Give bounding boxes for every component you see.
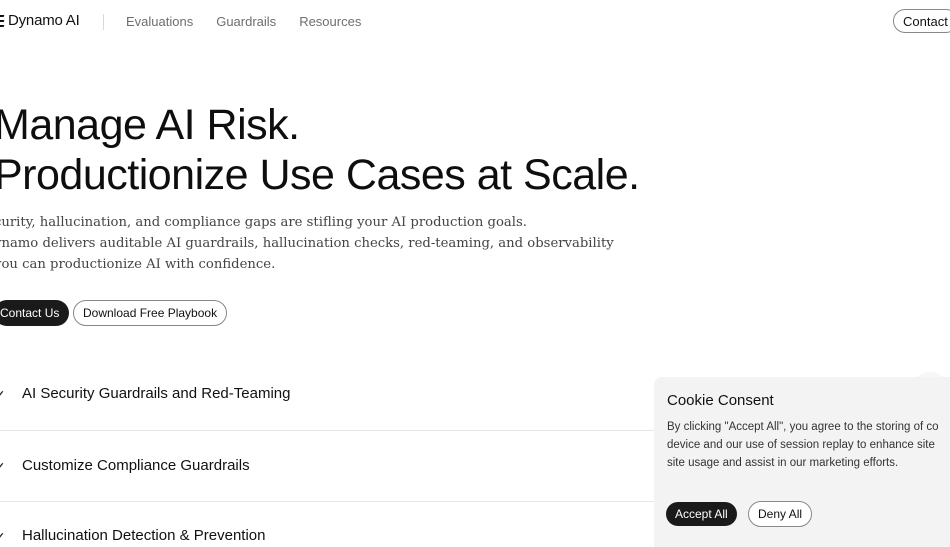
feature-divider: [0, 430, 654, 431]
nav-guardrails[interactable]: Guardrails: [216, 14, 276, 29]
cookie-title: Cookie Consent: [667, 392, 774, 409]
nav-resources[interactable]: Resources: [299, 14, 361, 29]
check-icon: ✓: [0, 459, 6, 476]
feature-label: Hallucination Detection & Prevention: [22, 527, 266, 544]
site-header: Dynamo AI Evaluations Guardrails Resourc…: [0, 0, 950, 44]
hero-copy-line-3: you can productionize AI with confidence…: [0, 257, 276, 272]
accept-all-button[interactable]: Accept All: [666, 502, 737, 526]
contact-button[interactable]: Contact: [893, 9, 950, 33]
logo-mark-icon: [0, 13, 5, 29]
deny-all-button[interactable]: Deny All: [748, 501, 813, 527]
cookie-text-line-3: site usage and assist in our marketing e…: [667, 457, 899, 469]
logo-text: Dynamo AI: [8, 12, 80, 29]
hero-description: curity, hallucination, and compliance ga…: [0, 212, 614, 275]
download-playbook-button[interactable]: Download Free Playbook: [73, 300, 228, 326]
hero-title-line-2: Productionize Use Cases at Scale.: [0, 151, 640, 199]
check-icon: ✓: [0, 529, 6, 546]
nav-evaluations[interactable]: Evaluations: [126, 14, 193, 29]
check-icon: ✓: [0, 387, 6, 404]
cookie-text-line-1: By clicking "Accept All", you agree to t…: [667, 421, 939, 433]
contact-us-button[interactable]: Contact Us: [0, 300, 70, 326]
hero-title: Manage AI Risk. Productionize Use Cases …: [0, 100, 640, 200]
cookie-text-line-2: device and our use of session replay to …: [667, 439, 935, 451]
feature-label: Customize Compliance Guardrails: [22, 457, 250, 474]
feature-divider: [0, 501, 654, 502]
feature-label: AI Security Guardrails and Red-Teaming: [22, 385, 291, 402]
hero-copy-line-2: ynamo delivers auditable AI guardrails, …: [0, 236, 614, 251]
hero-title-line-1: Manage AI Risk.: [0, 101, 300, 149]
hero-copy-line-1: curity, hallucination, and compliance ga…: [0, 215, 527, 230]
cookie-consent-banner: Cookie Consent By clicking "Accept All",…: [654, 377, 950, 547]
logo[interactable]: Dynamo AI: [0, 12, 80, 29]
header-divider: [103, 14, 104, 30]
main-nav: Evaluations Guardrails Resources: [126, 14, 361, 29]
cookie-text: By clicking "Accept All", you agree to t…: [667, 418, 939, 472]
